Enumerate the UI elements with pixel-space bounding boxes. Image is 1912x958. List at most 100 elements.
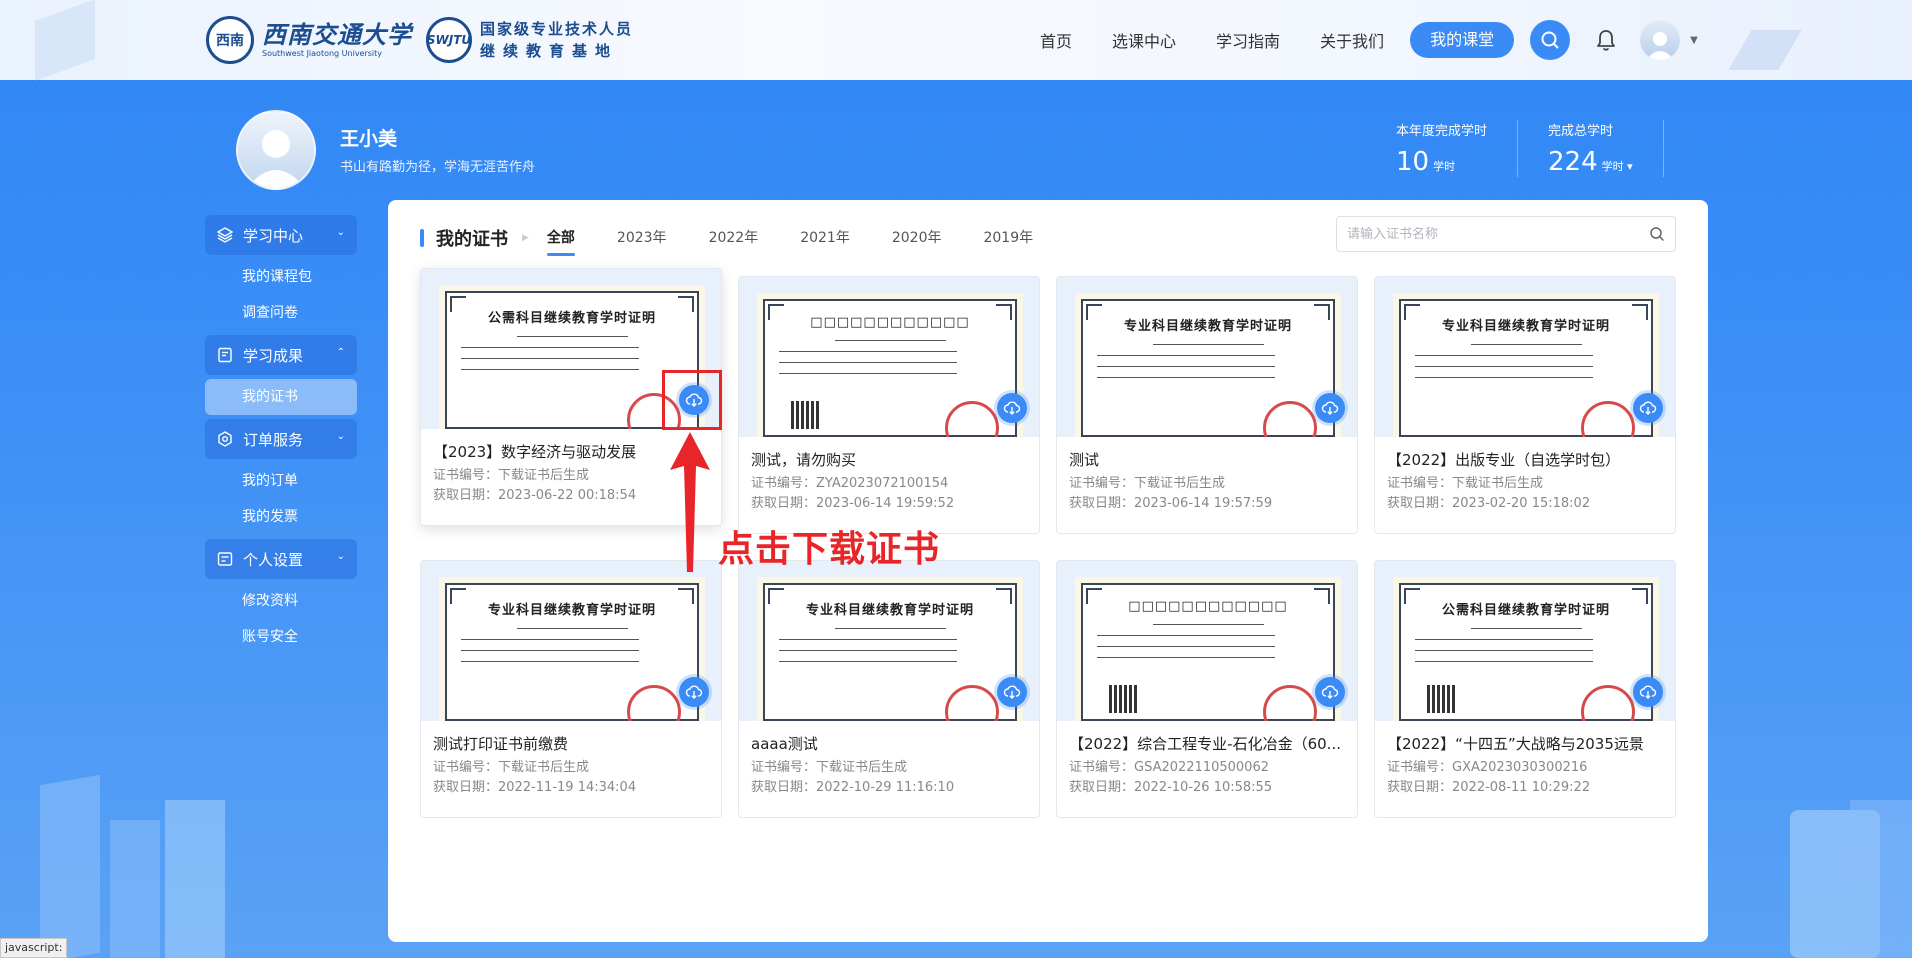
certificate-thumbnail[interactable]: 公需科目继续教育学时证明 <box>1375 561 1675 721</box>
annotation-highlight-box <box>662 370 722 430</box>
certificate-card[interactable]: 专业科目继续教育学时证明 【2022】出版专业（自选学时包） 证书编号：下载证书后生… <box>1374 276 1676 534</box>
certificate-date: 获取日期：2022-10-26 10:58:55 <box>1069 781 1345 794</box>
user-menu-caret-icon[interactable]: ▼ <box>1690 35 1698 46</box>
certificate-name[interactable]: 测试打印证书前缴费 <box>433 733 709 754</box>
certificate-name[interactable]: 测试，请勿购买 <box>751 449 1027 470</box>
nav-course-center[interactable]: 选课中心 <box>1112 28 1176 52</box>
certificate-date-label: 获取日期： <box>1069 496 1135 511</box>
sidebar-item-account-security[interactable]: 账号安全 <box>205 619 357 655</box>
study-stats: 本年度完成学时 10 学时 完成总学时 224 学时 ▾ <box>1396 120 1664 177</box>
sidebar-group-order-service[interactable]: 订单服务 ⌄ <box>205 419 357 459</box>
tab-2021[interactable]: 2021年 <box>800 222 850 254</box>
sidebar-group-study-center[interactable]: 学习中心 ⌄ <box>205 215 357 255</box>
certificate-date-value: 2022-10-29 11:16:10 <box>816 780 955 795</box>
sidebar-item-edit-profile[interactable]: 修改资料 <box>205 583 357 619</box>
certificate-name[interactable]: 【2022】综合工程专业-石化冶金（60... <box>1069 733 1345 754</box>
certificate-number-label: 证书编号： <box>1069 476 1135 491</box>
certificate-date-label: 获取日期： <box>1387 496 1453 511</box>
certificate-name[interactable]: aaaa测试 <box>751 733 1027 754</box>
download-certificate-button[interactable] <box>1633 393 1663 423</box>
certificate-date-label: 获取日期： <box>433 488 499 503</box>
certificate-thumbnail[interactable]: 专业科目继续教育学时证明 <box>421 561 721 721</box>
user-avatar[interactable] <box>1640 20 1681 60</box>
main-nav: 首页 选课中心 学习指南 关于我们 我的课堂 ▼ <box>1040 0 1698 80</box>
certificate-thumbnail[interactable]: □□□□□□□□□□□□ <box>1057 561 1357 721</box>
certificate-card[interactable]: 专业科目继续教育学时证明 测试打印证书前缴费 证书编号：下载证书后生成 获取日期：20… <box>420 560 722 818</box>
download-certificate-button[interactable] <box>997 393 1027 423</box>
certificate-number: 证书编号：下载证书后生成 <box>751 760 1027 775</box>
certificate-number: 证书编号：下载证书后生成 <box>1069 476 1345 491</box>
certificate-card[interactable]: □□□□□□□□□□□□ 【2022】综合工程专业-石化冶金（60... 证书编号：… <box>1056 560 1358 818</box>
certificate-number-label: 证书编号： <box>433 468 499 483</box>
certificate-number-value: 下载证书后生成 <box>1134 476 1226 491</box>
nav-home[interactable]: 首页 <box>1040 28 1072 52</box>
tab-2022[interactable]: 2022年 <box>709 222 759 254</box>
certificate-date-label: 获取日期： <box>1387 780 1453 795</box>
sidebar-group-label: 学习中心 <box>243 226 304 245</box>
certificate-preview-title: 专业科目继续教育学时证明 <box>805 603 974 618</box>
certificate-card[interactable]: □□□□□□□□□□□□ 测试，请勿购买 证书编号：ZYA2023072100154… <box>738 276 1040 534</box>
certificate-name[interactable]: 【2022】“十四五”大战略与2035远景 <box>1387 733 1663 754</box>
download-certificate-button[interactable] <box>1315 393 1345 423</box>
certificate-card[interactable]: 专业科目继续教育学时证明 测试 证书编号：下载证书后生成 获取日期：2023-06-1… <box>1056 276 1358 534</box>
search-icon <box>1541 31 1559 49</box>
certificate-date-label: 获取日期： <box>433 780 499 795</box>
background-decoration <box>40 774 100 958</box>
sidebar-item-course-packages[interactable]: 我的课程包 <box>205 259 357 295</box>
certificate-thumbnail[interactable]: 专业科目继续教育学时证明 <box>1057 277 1357 437</box>
certificate-date: 获取日期：2023-06-14 19:59:52 <box>751 496 1027 511</box>
download-certificate-button[interactable] <box>679 677 709 707</box>
certificate-number-value: 下载证书后生成 <box>1452 476 1544 491</box>
certificate-search <box>1336 216 1676 252</box>
tab-2019[interactable]: 2019年 <box>983 222 1033 254</box>
sidebar-item-my-certificates[interactable]: 我的证书 <box>205 379 357 415</box>
certificate-preview: □□□□□□□□□□□□ <box>1075 577 1341 721</box>
stat-total[interactable]: 完成总学时 224 学时 ▾ <box>1518 120 1664 177</box>
base-name-line1: 国家级专业技术人员 <box>480 20 634 38</box>
certificate-name[interactable]: 测试 <box>1069 449 1345 470</box>
nav-study-guide[interactable]: 学习指南 <box>1216 28 1280 52</box>
sidebar-group-achievements[interactable]: 学习成果 ⌃ <box>205 335 357 375</box>
certificate-number: 证书编号：GXA2023030300216 <box>1387 761 1663 774</box>
download-certificate-button[interactable] <box>1633 677 1663 707</box>
search-icon[interactable] <box>1649 226 1665 242</box>
user-icon <box>1646 32 1675 60</box>
background-decoration <box>165 800 225 958</box>
sidebar-item-my-invoices[interactable]: 我的发票 <box>205 499 357 535</box>
certificate-search-input[interactable] <box>1347 226 1649 242</box>
certificate-number: 证书编号：GSA2022110500062 <box>1069 761 1345 774</box>
certificate-thumbnail[interactable]: 专业科目继续教育学时证明 <box>1375 277 1675 437</box>
certificate-name[interactable]: 【2022】出版专业（自选学时包） <box>1387 449 1663 470</box>
sidebar-item-survey[interactable]: 调查问卷 <box>205 295 357 331</box>
certificate-date-value: 2023-06-14 19:57:59 <box>1134 496 1273 511</box>
tab-all[interactable]: 全部 <box>546 222 575 256</box>
certificate-date-label: 获取日期： <box>751 496 817 511</box>
nav-about-us[interactable]: 关于我们 <box>1320 28 1384 52</box>
sidebar-item-my-orders[interactable]: 我的订单 <box>205 463 357 499</box>
download-certificate-button[interactable] <box>1315 677 1345 707</box>
sidebar-group-personal-settings[interactable]: 个人设置 ⌄ <box>205 539 357 579</box>
certificate-number-value: 下载证书后生成 <box>498 760 590 775</box>
university-name-cn: 西南交通大学 <box>262 20 412 49</box>
certificate-card[interactable]: 公需科目继续教育学时证明【2022】“十四五”大战略与2035远景证书编号：GX… <box>1374 560 1676 818</box>
notification-button[interactable] <box>1586 20 1626 60</box>
seal-stamp-icon <box>1263 401 1317 437</box>
sidebar-group-label: 学习成果 <box>243 346 304 365</box>
seal-stamp-icon <box>1263 685 1317 721</box>
certificate-thumbnail[interactable]: □□□□□□□□□□□□ <box>739 277 1039 437</box>
certificate-date-value: 2022-11-19 14:34:04 <box>498 780 637 795</box>
certificate-card[interactable]: 专业科目继续教育学时证明 aaaa测试 证书编号：下载证书后生成 获取日期：2022-… <box>738 560 1040 818</box>
cloud-download-icon <box>1639 685 1657 699</box>
qr-code-icon <box>791 401 821 429</box>
tab-2020[interactable]: 2020年 <box>892 222 942 254</box>
my-classroom-button[interactable]: 我的课堂 <box>1410 22 1515 58</box>
tab-2023[interactable]: 2023年 <box>617 222 667 254</box>
search-button[interactable] <box>1530 20 1571 60</box>
certificate-number-value: 下载证书后生成 <box>816 760 908 775</box>
certificate-preview-title: □□□□□□□□□□□□ <box>810 315 970 330</box>
site-logo[interactable]: 西南 西南交通大学 Southwest Jiaotong University … <box>206 14 633 66</box>
cloud-download-icon <box>1321 685 1339 699</box>
download-certificate-button[interactable] <box>997 677 1027 707</box>
certificate-preview: 专业科目继续教育学时证明 <box>1393 293 1659 437</box>
certificate-thumbnail[interactable]: 专业科目继续教育学时证明 <box>739 561 1039 721</box>
